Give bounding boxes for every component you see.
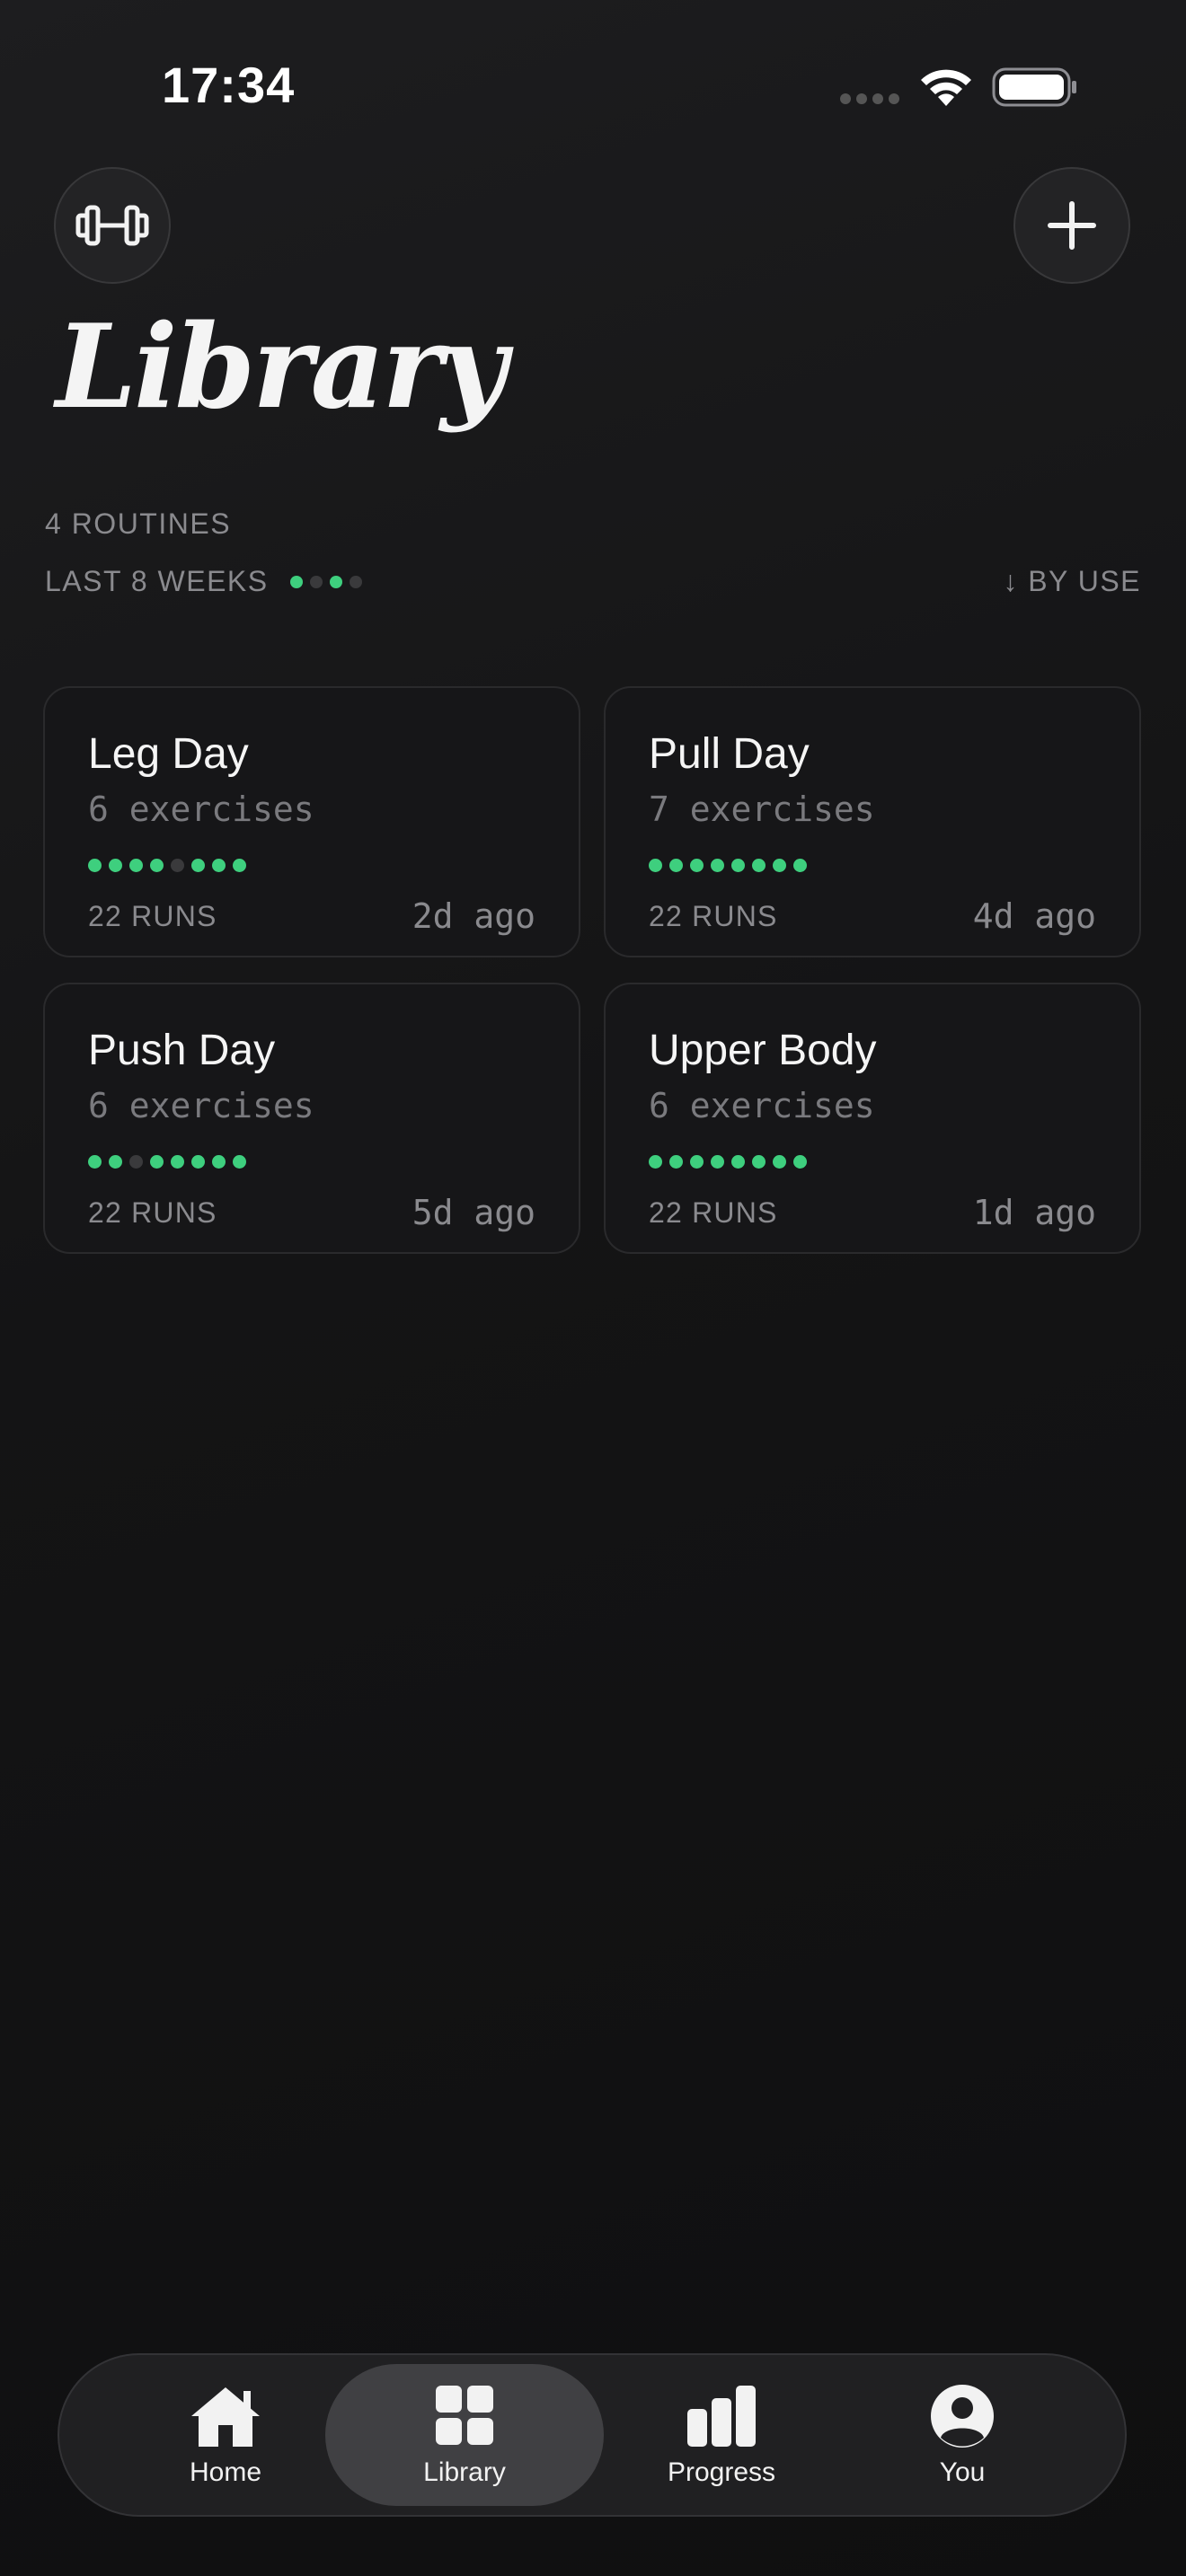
history-dot [649,859,662,872]
routine-history-dots [88,859,246,872]
status-bar: 17:34 [0,0,1186,171]
tab-progress[interactable]: Progress [582,2364,861,2506]
history-dot [731,1155,745,1169]
history-dot [109,859,122,872]
dumbbell-button[interactable] [54,167,171,284]
routine-name: Upper Body [649,1027,877,1074]
history-dot [129,859,143,872]
status-time: 17:34 [162,57,296,113]
routine-count: 4 ROUTINES [45,507,232,540]
routine-name: Leg Day [88,730,249,778]
history-dot [191,859,205,872]
history-dot [233,1155,246,1169]
routine-last-run: 1d ago [972,1193,1096,1232]
history-dot [109,1155,122,1169]
battery-icon [992,67,1076,107]
add-routine-button[interactable] [1013,167,1130,284]
history-dot [773,859,786,872]
period-filter: LAST 8 WEEKS [45,565,362,598]
history-dot [171,859,184,872]
trend-dot [289,575,303,588]
routine-exercise-count: 7 exercises [649,789,875,829]
tab-label: Progress [667,2457,776,2487]
routine-runs: 22 RUNS [88,1196,217,1229]
history-dot [773,1155,786,1169]
routine-last-run: 5d ago [412,1193,535,1232]
history-dot [669,1155,683,1169]
routine-runs: 22 RUNS [88,900,217,932]
history-dot [752,859,766,872]
history-dot [150,859,164,872]
routine-card-upper-body[interactable]: Upper Body 6 exercises 22 RUNS 1d ago [604,983,1141,1254]
routine-history-dots [649,859,807,872]
routine-runs: 22 RUNS [649,1196,778,1229]
sort-button[interactable]: ↓ BY USE [1003,565,1141,598]
history-dot [212,1155,226,1169]
history-dot [233,859,246,872]
history-dot [212,859,226,872]
grid-icon [436,2386,493,2445]
history-dot [88,859,102,872]
routine-last-run: 4d ago [972,896,1096,936]
history-dot [150,1155,164,1169]
history-dot [690,859,704,872]
tab-home[interactable]: Home [86,2364,365,2506]
tab-label: You [939,2457,986,2487]
history-dot [88,1155,102,1169]
period-label: LAST 8 WEEKS [45,565,269,597]
trend-dot [309,575,323,588]
history-dot [690,1155,704,1169]
routine-name: Push Day [88,1027,276,1074]
tab-label: Home [189,2457,262,2487]
person-icon [931,2385,994,2448]
tab-you[interactable]: You [823,2364,1102,2506]
dumbbell-icon [75,205,149,246]
routine-exercise-count: 6 exercises [88,789,314,829]
trend-dot [349,575,362,588]
trend-dots [289,575,362,588]
history-dot [793,1155,807,1169]
history-dot [649,1155,662,1169]
history-dot [711,859,724,872]
history-dot [752,1155,766,1169]
routine-card-leg-day[interactable]: Leg Day 6 exercises 22 RUNS 2d ago [43,686,580,957]
routine-exercise-count: 6 exercises [649,1085,875,1125]
history-dot [669,859,683,872]
plus-icon [1048,201,1096,250]
history-dot [711,1155,724,1169]
routine-history-dots [649,1155,807,1169]
cellular-signal-icon [840,93,899,104]
history-dot [191,1155,205,1169]
history-dot [731,859,745,872]
tab-label: Library [423,2457,506,2487]
routine-card-push-day[interactable]: Push Day 6 exercises 22 RUNS 5d ago [43,983,580,1254]
house-icon [191,2387,260,2447]
routine-runs: 22 RUNS [649,900,778,932]
page-title: Library [56,300,507,435]
history-dot [129,1155,143,1169]
tab-library[interactable]: Library [325,2364,604,2506]
routine-exercise-count: 6 exercises [88,1085,314,1125]
tab-bar: Home Library Progress You [58,2353,1127,2517]
trend-dot [329,575,342,588]
wifi-icon [921,69,971,106]
routine-history-dots [88,1155,246,1169]
history-dot [171,1155,184,1169]
history-dot [793,859,807,872]
routine-last-run: 2d ago [412,896,535,936]
routine-card-pull-day[interactable]: Pull Day 7 exercises 22 RUNS 4d ago [604,686,1141,957]
bar-chart-icon [687,2386,756,2447]
routine-name: Pull Day [649,730,810,778]
